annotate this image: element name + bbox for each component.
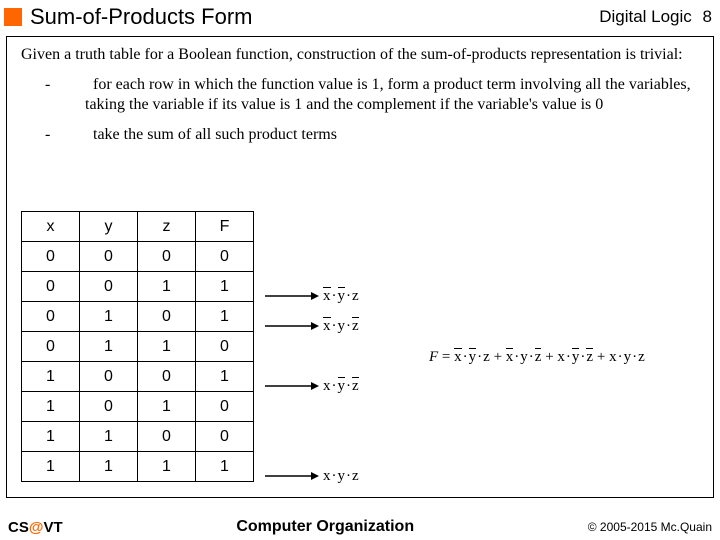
footer-cs: CS xyxy=(8,519,29,536)
table-row: 0101 xyxy=(22,302,254,332)
arrow-row-4: x·y·z xyxy=(261,371,359,401)
col-x: x xyxy=(22,212,80,242)
course-label: Digital Logic xyxy=(599,7,692,26)
arrow-row-7: x·y·z xyxy=(261,461,359,491)
bullet-1: -for each row in which the function valu… xyxy=(65,75,699,115)
col-y: y xyxy=(80,212,138,242)
footer-left: CS@VT xyxy=(8,519,63,536)
arrow-icon xyxy=(261,466,319,486)
footer-copyright: © 2005-2015 Mc.Quain xyxy=(588,520,712,534)
intro-text: Given a truth table for a Boolean functi… xyxy=(21,45,699,65)
term-4: x·y·z xyxy=(323,378,359,395)
table-row: 1111 xyxy=(22,452,254,482)
slide-title: Sum-of-Products Form xyxy=(30,4,253,30)
table-row: 1010 xyxy=(22,392,254,422)
arrow-icon xyxy=(261,316,319,336)
table-row: 1100 xyxy=(22,422,254,452)
footer-at: @ xyxy=(29,519,44,536)
table-row: 0011 xyxy=(22,272,254,302)
page-number: 8 xyxy=(703,7,712,26)
table-header-row: x y z F xyxy=(22,212,254,242)
bullet-1-text: for each row in which the function value… xyxy=(85,76,691,113)
table-row: 1001 xyxy=(22,362,254,392)
truth-table: x y z F 0000 0011 0101 0110 1001 1010 11… xyxy=(21,211,254,482)
table-row: 0000 xyxy=(22,242,254,272)
footer-vt: VT xyxy=(43,519,62,536)
arrow-row-2: x·y·z xyxy=(261,311,359,341)
slide-header: Sum-of-Products Form Digital Logic 8 xyxy=(0,0,720,36)
footer-center: Computer Organization xyxy=(236,518,414,536)
sop-equation: F = x·y·z + x·y·z + x·y·z + x·y·z xyxy=(429,349,645,366)
truth-table-area: x y z F 0000 0011 0101 0110 1001 1010 11… xyxy=(21,211,254,482)
col-F: F xyxy=(196,212,254,242)
header-left: Sum-of-Products Form xyxy=(4,4,253,30)
content-frame: Given a truth table for a Boolean functi… xyxy=(6,36,714,498)
header-right: Digital Logic 8 xyxy=(599,7,712,27)
bullet-icon xyxy=(4,8,22,26)
arrow-icon xyxy=(261,376,319,396)
table-row: 0110 xyxy=(22,332,254,362)
bullet-2: -take the sum of all such product terms xyxy=(65,125,699,145)
bullet-2-text: take the sum of all such product terms xyxy=(93,126,337,143)
term-1: x·y·z xyxy=(323,288,359,305)
slide-footer: CS@VT Computer Organization © 2005-2015 … xyxy=(0,518,720,536)
arrow-icon xyxy=(261,286,319,306)
term-2: x·y·z xyxy=(323,318,359,335)
col-z: z xyxy=(138,212,196,242)
arrow-row-1: x·y·z xyxy=(261,281,359,311)
term-7: x·y·z xyxy=(323,468,359,485)
